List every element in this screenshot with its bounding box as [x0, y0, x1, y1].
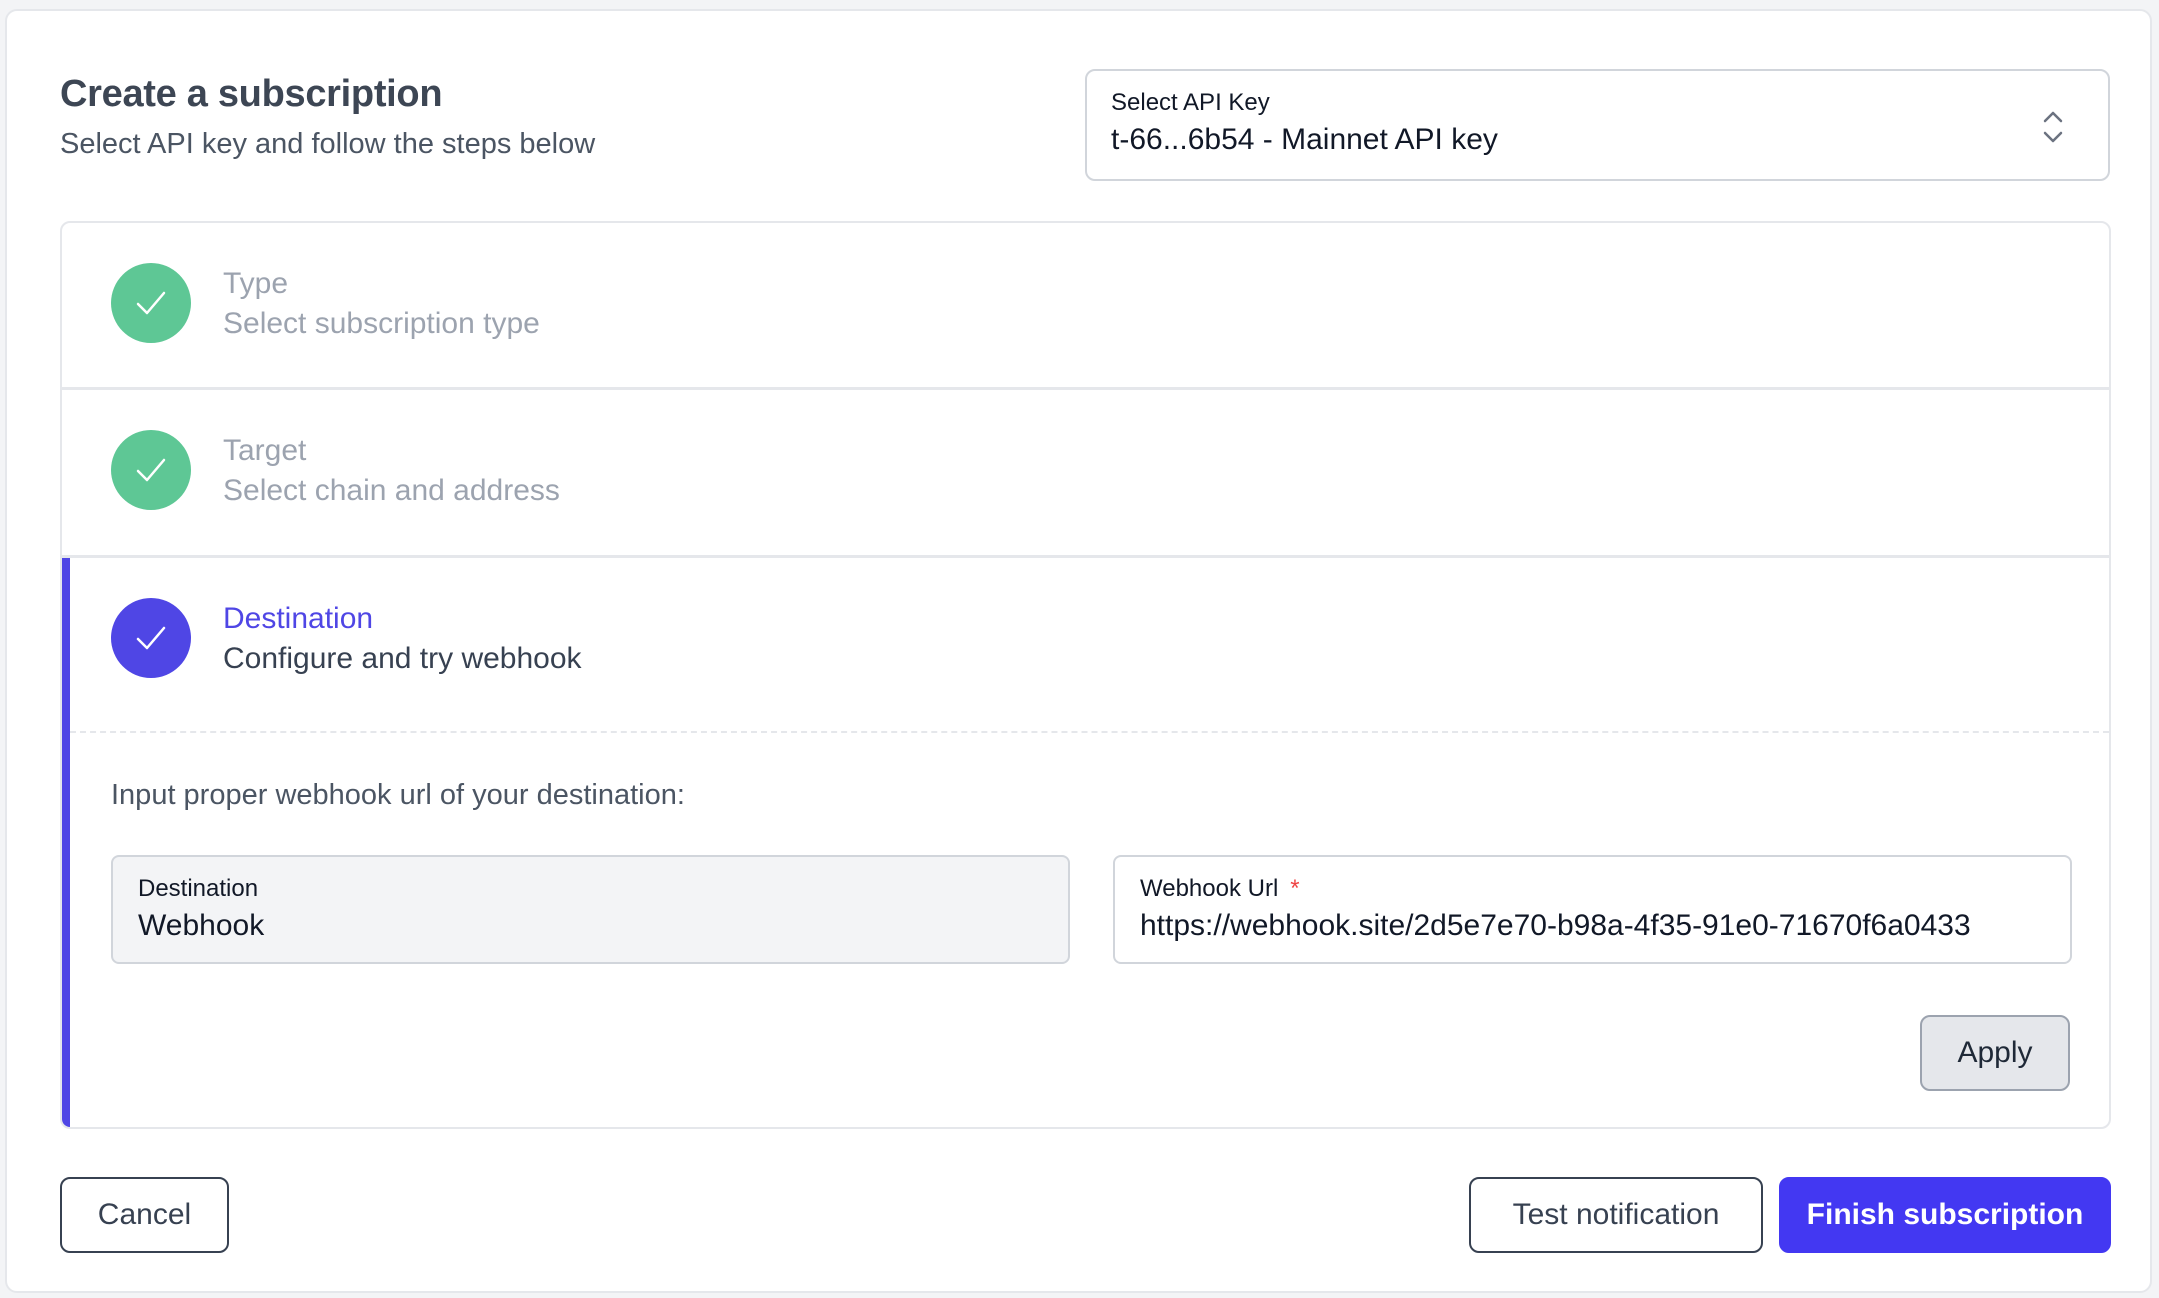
step-subtitle: Select chain and address [223, 474, 560, 507]
subscription-card: Create a subscription Select API key and… [5, 9, 2152, 1293]
api-key-select-value: t-66...6b54 - Mainnet API key [1111, 123, 1498, 156]
destination-label: Destination [138, 875, 259, 902]
chevron-updown-icon[interactable] [2042, 109, 2064, 145]
destination-select[interactable]: Destination Webhook [111, 855, 1070, 964]
step-complete-badge [111, 430, 191, 510]
webhook-url-label-text: Webhook Url [1140, 875, 1279, 902]
finish-subscription-button[interactable]: Finish subscription [1779, 1177, 2111, 1253]
step-destination: Destination Configure and try webhook In… [62, 558, 2109, 1127]
step-active-badge [111, 598, 191, 678]
check-icon [136, 291, 166, 315]
destination-value: Webhook [138, 909, 265, 942]
step-subtitle: Configure and try webhook [223, 642, 582, 675]
step-target[interactable]: Target Select chain and address [62, 390, 2109, 558]
webhook-url-label: Webhook Url * [1140, 875, 1300, 903]
steps-panel: Type Select subscription type Target Sel… [60, 221, 2111, 1129]
webhook-url-field[interactable]: Webhook Url * https://webhook.site/2d5e7e… [1113, 855, 2072, 964]
step-title: Destination [223, 602, 374, 635]
page-title: Create a subscription [60, 73, 443, 115]
step-title: Type [223, 267, 289, 300]
webhook-url-input[interactable]: https://webhook.site/2d5e7e70-b98a-4f35-… [1140, 909, 1971, 943]
check-icon [136, 626, 166, 650]
apply-button[interactable]: Apply [1920, 1015, 2070, 1091]
api-key-select[interactable]: Select API Key t-66...6b54 - Mainnet API… [1085, 69, 2110, 181]
check-icon [136, 458, 166, 482]
api-key-select-label: Select API Key [1111, 89, 1270, 116]
page-subtitle: Select API key and follow the steps belo… [60, 128, 596, 160]
step-type[interactable]: Type Select subscription type [62, 223, 2109, 390]
test-notification-button[interactable]: Test notification [1469, 1177, 1763, 1253]
divider [70, 731, 2109, 733]
step-subtitle: Select subscription type [223, 307, 540, 340]
step-title: Target [223, 434, 307, 467]
step-complete-badge [111, 263, 191, 343]
webhook-instruction: Input proper webhook url of your destina… [111, 779, 685, 811]
required-marker: * [1290, 875, 1300, 902]
cancel-button[interactable]: Cancel [60, 1177, 229, 1253]
